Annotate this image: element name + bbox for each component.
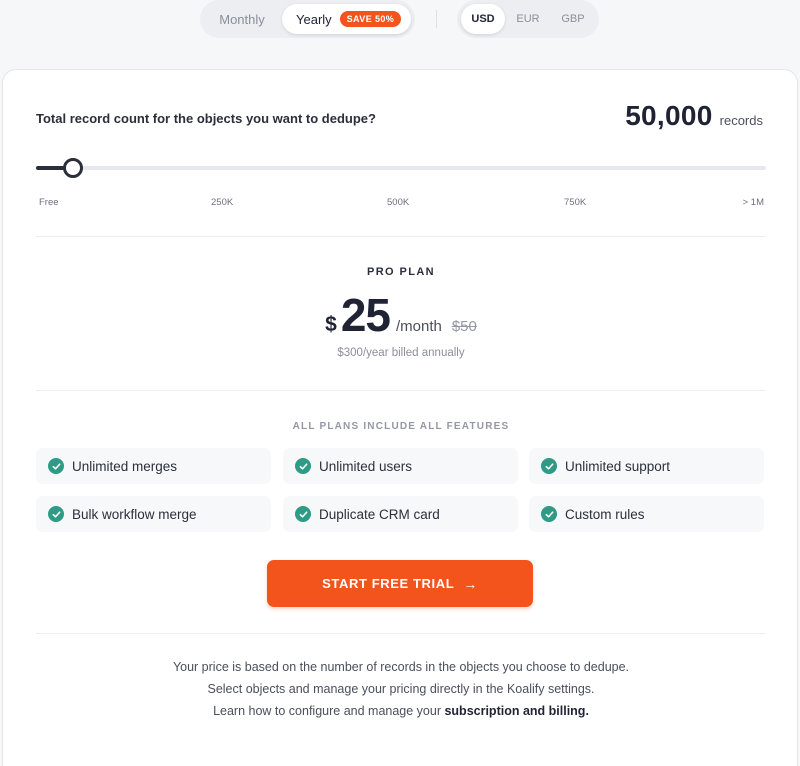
record-count-display: 50,000 records [625, 100, 763, 132]
currency-usd-option[interactable]: USD [461, 4, 505, 34]
billing-yearly-label: Yearly [296, 11, 332, 27]
check-icon [48, 458, 64, 474]
currency-gbp-option[interactable]: GBP [551, 4, 595, 34]
divider [36, 633, 766, 634]
tick-label: 500K [387, 197, 410, 208]
feature-item: Custom rules [529, 496, 764, 532]
tick-label: 250K [211, 197, 234, 208]
billing-monthly-option[interactable]: Monthly [204, 4, 280, 34]
price-old: $50 [451, 318, 477, 335]
slider-track [36, 166, 766, 170]
feature-label: Unlimited support [565, 458, 671, 474]
record-count-question: Total record count for the objects you w… [36, 111, 376, 126]
toggle-divider [436, 10, 437, 28]
price-period: /month [395, 318, 442, 335]
feature-label: Unlimited users [319, 458, 413, 474]
tick-label: 750K [564, 197, 587, 208]
footer-line: Learn how to configure and manage your s… [3, 700, 799, 722]
tick-label: > 1M [742, 197, 764, 208]
save-badge: SAVE 50% [339, 11, 402, 27]
slider-tick-labels: Free 250K 500K 750K > 1M [36, 197, 766, 211]
price-row: $ 25 /month $50 [3, 288, 799, 342]
pricing-page: Monthly Yearly SAVE 50% USD EUR GBP Tota… [0, 0, 800, 766]
check-icon [541, 506, 557, 522]
arrow-right-icon: → [463, 575, 478, 592]
divider [36, 236, 766, 237]
record-count-slider[interactable] [36, 158, 766, 180]
feature-label: Bulk workflow merge [72, 506, 197, 522]
record-count-value: 50,000 [625, 100, 713, 131]
record-count-unit: records [719, 113, 763, 128]
feature-item: Duplicate CRM card [283, 496, 518, 532]
pricing-card: Total record count for the objects you w… [2, 69, 798, 766]
check-icon [48, 506, 64, 522]
check-icon [295, 506, 311, 522]
divider [36, 390, 766, 391]
currency-toggle: USD EUR GBP [457, 0, 599, 38]
billing-yearly-option[interactable]: Yearly SAVE 50% [282, 4, 411, 34]
feature-label: Custom rules [565, 506, 645, 522]
features-grid: Unlimited merges Unlimited users Unlimit… [36, 448, 766, 534]
slider-thumb[interactable] [62, 158, 83, 178]
tick-label: Free [39, 197, 59, 208]
toggle-bar: Monthly Yearly SAVE 50% USD EUR GBP [0, 0, 800, 40]
feature-label: Duplicate CRM card [319, 506, 440, 522]
billing-period-toggle: Monthly Yearly SAVE 50% [200, 0, 415, 38]
check-icon [295, 458, 311, 474]
feature-label: Unlimited merges [72, 458, 178, 474]
footer-line: Your price is based on the number of rec… [172, 660, 630, 674]
feature-item: Unlimited merges [36, 448, 271, 484]
footer-line: Select objects and manage your pricing d… [207, 682, 595, 696]
billed-note: $300/year billed annually [337, 347, 465, 359]
plan-name: PRO PLAN [366, 266, 436, 278]
feature-item: Unlimited support [529, 448, 764, 484]
currency-eur-option[interactable]: EUR [507, 4, 549, 34]
feature-item: Bulk workflow merge [36, 496, 271, 532]
pricing-footer: Your price is based on the number of rec… [3, 656, 799, 722]
billing-monthly-label: Monthly [219, 11, 265, 27]
features-heading: ALL PLANS INCLUDE ALL FEATURES [292, 421, 510, 432]
start-free-trial-button[interactable]: START FREE TRIAL → [267, 560, 533, 607]
price-currency-symbol: $ [325, 313, 337, 336]
cta-label: START FREE TRIAL [322, 576, 455, 591]
price-amount: 25 [340, 289, 391, 341]
check-icon [541, 458, 557, 474]
subscription-billing-link[interactable]: subscription and billing. [444, 704, 588, 718]
footer-line-prefix: Learn how to configure and manage your [213, 704, 445, 718]
feature-item: Unlimited users [283, 448, 518, 484]
